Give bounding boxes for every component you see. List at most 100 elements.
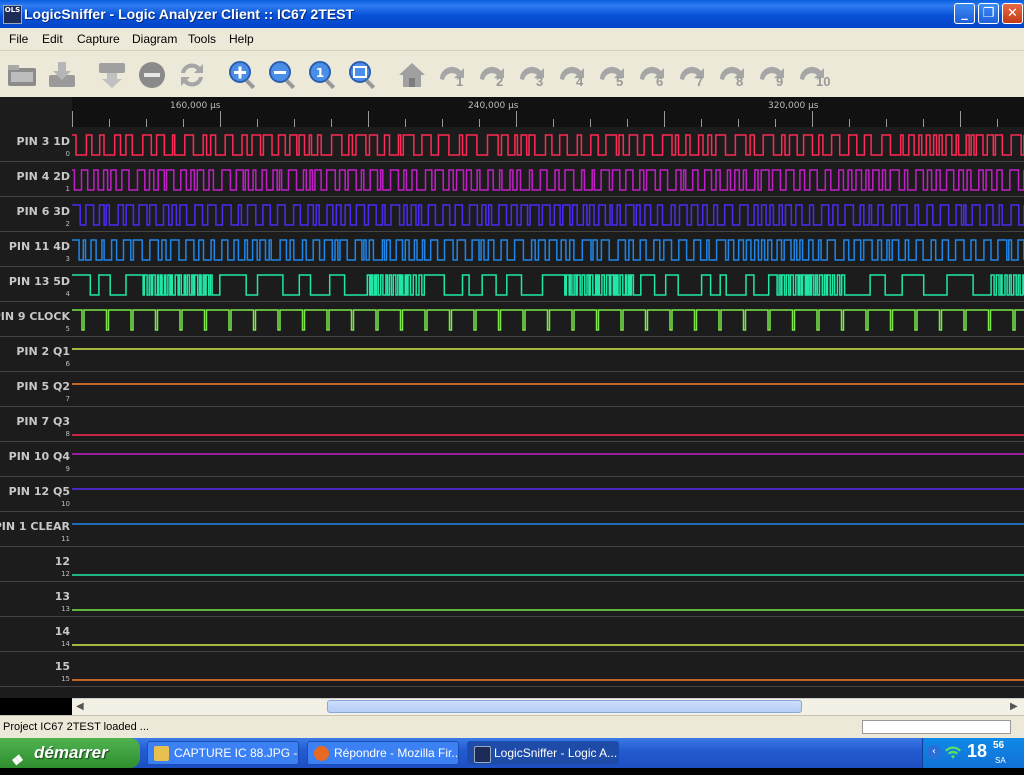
waveform-channel-2 [72, 204, 1024, 226]
channel-label[interactable]: 14 [55, 626, 70, 638]
goto-cursor-9-button[interactable]: 9 [756, 59, 788, 91]
channel-label[interactable]: PIN 10 Q4 [9, 451, 70, 463]
channel-label[interactable]: 13 [55, 591, 70, 603]
tray-expand-icon[interactable]: ‹ [927, 745, 941, 759]
menu-file[interactable]: File [9, 32, 28, 46]
restore-button[interactable]: ❐ [978, 3, 999, 24]
cursor-number: 2 [496, 74, 504, 89]
goto-cursor-8-button[interactable]: 8 [716, 59, 748, 91]
firefox-icon [314, 746, 329, 761]
menu-tools[interactable]: Tools [188, 32, 216, 46]
goto-trigger-icon[interactable] [396, 59, 428, 91]
task-capture-ic88[interactable]: CAPTURE IC 88.JPG -... [147, 741, 299, 765]
channel-separator [0, 161, 1024, 162]
system-tray: ‹ 18 56 SA [922, 738, 1024, 768]
clock-day: SA [995, 756, 1006, 765]
zoom-original-icon[interactable]: 1 [306, 59, 338, 91]
goto-cursor-5-button[interactable]: 5 [596, 59, 628, 91]
zoom-in-icon[interactable] [226, 59, 258, 91]
channel-separator [0, 371, 1024, 372]
goto-cursor-4-button[interactable]: 4 [556, 59, 588, 91]
waveform-channel-5 [72, 309, 1024, 331]
windows-logo-icon: ❖ [10, 752, 23, 768]
capture-icon[interactable] [96, 59, 128, 91]
channel-label[interactable]: PIN 1 CLEAR [0, 521, 70, 533]
scroll-thumb[interactable] [327, 700, 802, 713]
task-logicsniffer[interactable]: LogicSniffer - Logic A... [467, 741, 619, 765]
waveform-area[interactable] [72, 127, 1024, 687]
channel-separator [0, 266, 1024, 267]
minimize-button[interactable]: _ [954, 3, 975, 24]
clock-minute: 56 [993, 740, 1005, 751]
channel-label[interactable]: PIN 6 3D [17, 206, 70, 218]
waveform-channel-0 [72, 134, 1024, 156]
channel-label[interactable]: 15 [55, 661, 70, 673]
menu-help[interactable]: Help [229, 32, 254, 46]
window-title: LogicSniffer - Logic Analyzer Client :: … [24, 6, 355, 22]
taskbar: ❖ démarrer CAPTURE IC 88.JPG -... Répond… [0, 738, 1024, 768]
time-ruler[interactable]: 160,000 µs 240,000 µs 320,000 µs [72, 97, 1024, 127]
goto-cursor-10-button[interactable]: 10 [796, 59, 830, 91]
channel-separator [0, 686, 1024, 687]
channel-separator [0, 616, 1024, 617]
goto-cursor-6-button[interactable]: 6 [636, 59, 668, 91]
title-bar[interactable]: OLS LogicSniffer - Logic Analyzer Client… [0, 0, 1024, 28]
ruler-label: 320,000 µs [768, 101, 819, 111]
channel-label[interactable]: PIN 3 1D [17, 136, 70, 148]
goto-cursor-3-button[interactable]: 3 [516, 59, 548, 91]
zoom-all-icon[interactable] [346, 59, 378, 91]
goto-cursor-2-button[interactable]: 2 [476, 59, 508, 91]
channel-separator [0, 511, 1024, 512]
channel-index: 14 [61, 640, 70, 648]
channel-label[interactable]: PIN 5 Q2 [16, 381, 70, 393]
channel-index: 9 [65, 465, 70, 473]
zoom-out-icon[interactable] [266, 59, 298, 91]
status-text: Project IC67 2TEST loaded ... [3, 721, 149, 733]
channel-separator [0, 406, 1024, 407]
channel-label[interactable]: PIN 13 5D [9, 276, 70, 288]
channel-index: 0 [65, 150, 70, 158]
close-button[interactable]: ✕ [1002, 3, 1023, 24]
channel-label[interactable]: PIN 12 Q5 [9, 486, 70, 498]
cursor-number: 3 [536, 74, 544, 89]
channel-index: 12 [61, 570, 70, 578]
logicsniffer-icon [474, 746, 491, 763]
channel-labels: PIN 3 1D 0 PIN 4 2D 1 PIN 6 3D 2 PIN 11 4D 3 PIN… [0, 127, 72, 687]
channel-label[interactable]: PIN 2 Q1 [16, 346, 70, 358]
scroll-left-icon[interactable]: ◀ [76, 701, 84, 713]
goto-cursor-1-button[interactable]: 1 [436, 59, 468, 91]
menu-diagram[interactable]: Diagram [132, 32, 177, 46]
cancel-capture-icon[interactable] [136, 59, 168, 91]
channel-label[interactable]: PIN 4 2D [17, 171, 70, 183]
channel-label[interactable]: PIN 7 Q3 [16, 416, 70, 428]
channel-separator [0, 581, 1024, 582]
menu-edit[interactable]: Edit [42, 32, 63, 46]
channel-index: 7 [65, 395, 70, 403]
channel-label[interactable]: PIN 9 CLOCK [0, 311, 70, 323]
channel-index: 15 [61, 675, 70, 683]
cursor-number: 1 [456, 74, 464, 89]
channel-index: 8 [65, 430, 70, 438]
menu-bar: File Edit Capture Diagram Tools Help [0, 28, 1024, 51]
cursor-number: 9 [776, 74, 784, 89]
channel-label[interactable]: PIN 11 4D [9, 241, 70, 253]
repeat-capture-icon[interactable] [176, 59, 208, 91]
save-project-icon[interactable] [46, 59, 78, 91]
channel-index: 11 [61, 535, 70, 543]
channel-label[interactable]: 12 [55, 556, 70, 568]
image-viewer-icon [154, 746, 169, 761]
horizontal-scrollbar[interactable]: ◀ ▶ [72, 698, 1024, 715]
cursor-number: 5 [616, 74, 624, 89]
wifi-icon[interactable] [945, 744, 961, 765]
channel-separator [0, 196, 1024, 197]
channel-index: 13 [61, 605, 70, 613]
task-firefox[interactable]: Répondre - Mozilla Fir... [307, 741, 459, 765]
menu-capture[interactable]: Capture [77, 32, 120, 46]
start-button[interactable]: ❖ démarrer [0, 738, 140, 768]
goto-cursor-7-button[interactable]: 7 [676, 59, 708, 91]
ruler-label: 240,000 µs [468, 101, 519, 111]
scroll-right-icon[interactable]: ▶ [1010, 701, 1018, 713]
open-project-icon[interactable] [6, 59, 38, 91]
signal-diagram[interactable]: 160,000 µs 240,000 µs 320,000 µs PIN 3 1… [0, 97, 1024, 698]
cursor-number: 8 [736, 74, 744, 89]
